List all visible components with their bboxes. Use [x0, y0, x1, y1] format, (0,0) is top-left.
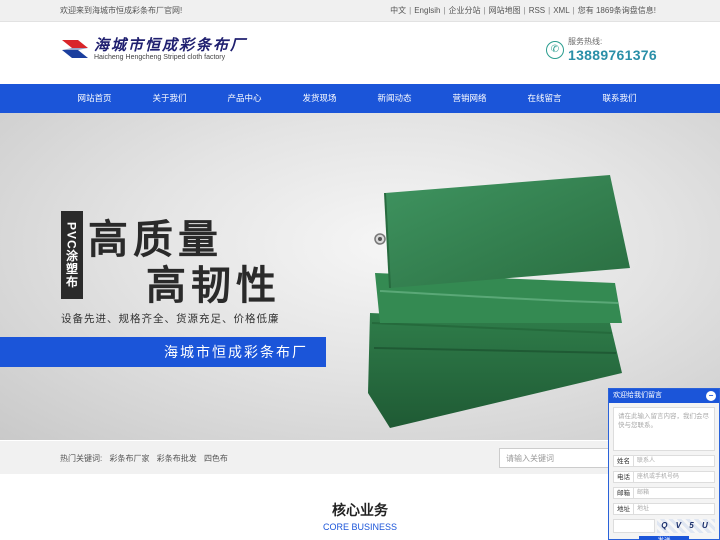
nav-shipping[interactable]: 发货现场: [282, 84, 357, 113]
link-chinese[interactable]: 中文: [390, 5, 406, 16]
banner-slogan: 设备先进、规格齐全、货源充足、价格低廉: [61, 313, 280, 325]
name-field[interactable]: 联系人: [633, 455, 715, 467]
address-field-label: 地址: [613, 503, 633, 515]
captcha-row: Q V 5 U: [613, 519, 715, 533]
address-field[interactable]: 地址: [633, 503, 715, 515]
hotline: ✆ 服务热线: 13889761376: [546, 36, 657, 63]
nav-contact[interactable]: 联系我们: [582, 84, 657, 113]
keyword-link[interactable]: 彩条布批发: [157, 454, 197, 463]
minimize-icon[interactable]: −: [706, 391, 716, 401]
separator: |: [443, 6, 446, 15]
hotline-label: 服务热线:: [568, 37, 603, 46]
email-field-label: 邮箱: [613, 487, 633, 499]
send-button[interactable]: 发送: [639, 536, 689, 540]
search-input[interactable]: 请输入关键词: [499, 448, 611, 468]
banner-vertical-tag: PVC涂塑布: [61, 211, 83, 299]
message-widget: 欢迎给我们留言 − 请在此输入留言内容，我们会尽快与您联系。 姓名 联系人 电话…: [608, 388, 720, 540]
captcha-image[interactable]: Q V 5 U: [657, 519, 715, 533]
nav-home[interactable]: 网站首页: [57, 84, 132, 113]
header: 海城市恒成彩条布厂 Haicheng Hengcheng Striped clo…: [0, 22, 720, 84]
page: 欢迎来到海城市恒成彩条布厂官网! 中文 | Englsih | 企业分站 | 网…: [0, 0, 720, 540]
tarp-product-image: [368, 175, 630, 428]
logo[interactable]: 海城市恒成彩条布厂 Haicheng Hengcheng Striped clo…: [60, 36, 247, 62]
link-branch-sites[interactable]: 企业分站: [449, 5, 481, 16]
message-widget-title: 欢迎给我们留言: [613, 392, 662, 399]
phone-icon: ✆: [546, 40, 564, 59]
nav-news[interactable]: 新闻动态: [357, 84, 432, 113]
separator: |: [572, 6, 575, 15]
logo-english-name: Haicheng Hengcheng Striped cloth factory: [94, 54, 226, 61]
link-sitemap[interactable]: 网站地图: [489, 5, 521, 16]
hot-keywords: 热门关键词: 彩条布厂家 彩条布批发 四色布: [60, 453, 233, 464]
banner-company-band: 海城市恒成彩条布厂: [0, 337, 326, 367]
phone-field-row: 电话 座机或手机号码: [613, 471, 715, 483]
keywords-label: 热门关键词:: [60, 454, 103, 463]
link-english[interactable]: Englsih: [414, 6, 440, 15]
separator: |: [523, 6, 526, 15]
name-field-label: 姓名: [613, 455, 633, 467]
keyword-link[interactable]: 彩条布厂家: [109, 454, 149, 463]
welcome-text: 欢迎来到海城市恒成彩条布厂官网!: [60, 6, 183, 15]
link-inquiries[interactable]: 您有 1869条询盘信息!: [578, 5, 656, 16]
phone-field-label: 电话: [613, 471, 633, 483]
nav-about[interactable]: 关于我们: [132, 84, 207, 113]
name-field-row: 姓名 联系人: [613, 455, 715, 467]
captcha-input[interactable]: [613, 519, 655, 533]
separator: |: [548, 6, 551, 15]
banner-headline-toughness: 高韧性: [146, 264, 281, 308]
message-textarea[interactable]: 请在此输入留言内容，我们会尽快与您联系。: [613, 407, 715, 451]
address-field-row: 地址 地址: [613, 503, 715, 515]
email-field[interactable]: 邮箱: [633, 487, 715, 499]
email-field-row: 邮箱 邮箱: [613, 487, 715, 499]
top-links: 中文 | Englsih | 企业分站 | 网站地图 | RSS | XML |…: [390, 5, 656, 16]
separator: |: [409, 6, 412, 15]
top-bar: 欢迎来到海城市恒成彩条布厂官网! 中文 | Englsih | 企业分站 | 网…: [0, 0, 720, 22]
nav-network[interactable]: 营销网络: [432, 84, 507, 113]
hotline-number: 13889761376: [568, 47, 657, 63]
nav-products[interactable]: 产品中心: [207, 84, 282, 113]
main-nav: 网站首页 关于我们 产品中心 发货现场 新闻动态 营销网络 在线留言 联系我们: [0, 84, 720, 113]
link-rss[interactable]: RSS: [529, 6, 545, 15]
separator: |: [483, 6, 486, 15]
phone-field[interactable]: 座机或手机号码: [633, 471, 715, 483]
logo-chinese-name: 海城市恒成彩条布厂: [94, 36, 248, 54]
link-xml[interactable]: XML: [553, 6, 569, 15]
message-widget-header: 欢迎给我们留言 −: [609, 389, 719, 403]
nav-message[interactable]: 在线留言: [507, 84, 582, 113]
logo-mark-icon: [62, 40, 88, 58]
keyword-link[interactable]: 四色布: [204, 454, 228, 463]
